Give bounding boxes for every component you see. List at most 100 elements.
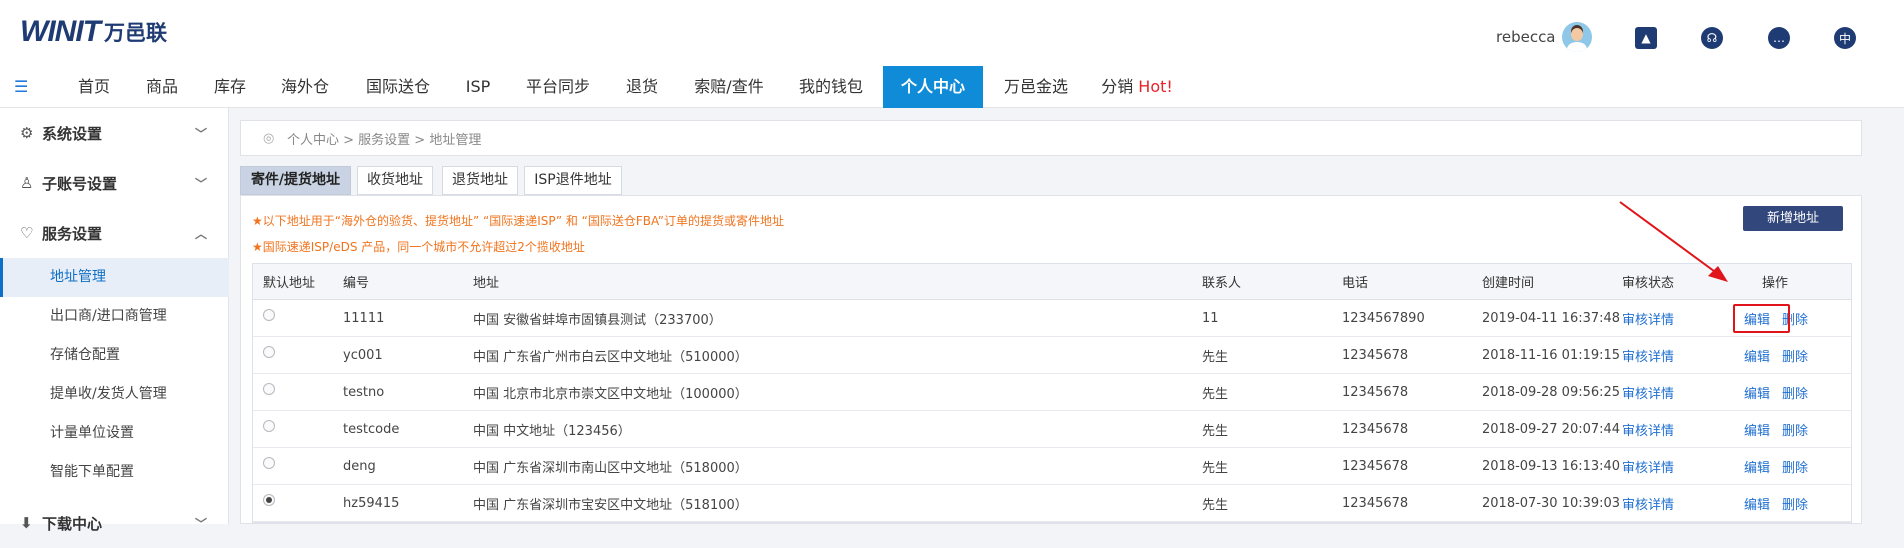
contact-value: 先生: [1202, 386, 1229, 402]
edit-link[interactable]: 编辑: [1744, 383, 1770, 402]
phone-value: 12345678: [1342, 421, 1409, 437]
sidebar-group-service-settings[interactable]: ♡ 服务设置 ︿: [0, 208, 229, 258]
default-radio[interactable]: [263, 383, 275, 395]
status-cell: 审核详情: [1622, 300, 1674, 336]
edit-link[interactable]: 编辑: [1744, 420, 1770, 439]
nav-distribution[interactable]: 分销 Hot!: [1092, 66, 1182, 108]
review-details-link[interactable]: 审核详情: [1622, 383, 1674, 402]
default-radio[interactable]: [263, 309, 275, 321]
contact-value: 先生: [1202, 497, 1229, 513]
nav-claims[interactable]: 索赔/查件: [686, 66, 772, 108]
chevron-down-icon: ﹀: [195, 176, 208, 191]
delete-link[interactable]: 删除: [1782, 420, 1808, 439]
sidebar-item-storage-warehouse[interactable]: 存储仓配置: [0, 336, 229, 375]
sidebar-group-download-center[interactable]: ⬇ 下载中心 ﹀: [0, 498, 229, 548]
edit-link[interactable]: 编辑: [1744, 494, 1770, 513]
sidebar-item-smart-order[interactable]: 智能下单配置: [0, 453, 229, 492]
delete-link[interactable]: 删除: [1782, 457, 1808, 476]
contact-cell: 先生: [1202, 337, 1228, 373]
download-icon: ⬇: [20, 514, 33, 532]
default-radio[interactable]: [263, 420, 275, 432]
notice-line: ★以下地址用于“海外仓的验货、提货地址” “国际速递ISP” 和 “国际送仓FB…: [252, 214, 784, 228]
user-menu[interactable]: rebecca: [1496, 22, 1592, 52]
status-cell: 审核详情: [1622, 374, 1674, 410]
review-details-link[interactable]: 审核详情: [1622, 494, 1674, 513]
column-header: 联系人: [1202, 276, 1242, 291]
address-table: 默认地址 编号 地址 联系人 电话 创建时间 审核状态 操作 11111 中国 安…: [252, 263, 1852, 523]
delete-link[interactable]: 删除: [1782, 346, 1808, 365]
sidebar-group-label: 系统设置: [42, 124, 103, 143]
contact-cell: 先生: [1202, 485, 1228, 521]
address-value: 中国 安徽省蚌埠市固镇县测试（233700）: [473, 312, 722, 328]
sidebar-item-unit-settings[interactable]: 计量单位设置: [0, 414, 229, 453]
menu-toggle-icon[interactable]: ☰: [14, 79, 32, 95]
nav-personal-center[interactable]: 个人中心: [883, 66, 983, 108]
hot-badge: Hot!: [1138, 77, 1173, 96]
default-radio[interactable]: [263, 457, 275, 469]
review-details-link[interactable]: 审核详情: [1622, 420, 1674, 439]
created-cell: 2018-07-30 10:39:03: [1482, 485, 1620, 521]
edit-link[interactable]: 编辑: [1744, 457, 1770, 476]
nav-selection[interactable]: 万邑金选: [994, 66, 1078, 108]
nav-home[interactable]: 首页: [66, 66, 122, 108]
nav-products[interactable]: 商品: [134, 66, 190, 108]
address-cell: 中国 广东省广州市白云区中文地址（510000）: [473, 337, 748, 373]
code-cell: yc001: [343, 337, 383, 373]
phone-cell: 12345678: [1342, 448, 1408, 484]
upload-folder-icon[interactable]: ▲: [1635, 27, 1657, 49]
delete-link[interactable]: 删除: [1782, 494, 1808, 513]
logo[interactable]: WINIT 万邑联: [20, 12, 167, 52]
headset-icon[interactable]: ☊: [1701, 27, 1723, 49]
edit-link[interactable]: 编辑: [1744, 346, 1770, 365]
language-icon[interactable]: 中: [1834, 27, 1856, 49]
review-details-link[interactable]: 审核详情: [1622, 457, 1674, 476]
nav-returns[interactable]: 退货: [614, 66, 670, 108]
nav-wallet[interactable]: 我的钱包: [788, 66, 874, 108]
created-value: 2018-07-30 10:39:03: [1482, 495, 1621, 511]
default-radio[interactable]: [263, 346, 275, 358]
tab-receiving-address[interactable]: 收货地址: [357, 166, 433, 195]
sidebar-group-system-settings[interactable]: ⚙ 系统设置 ﹀: [0, 108, 229, 158]
nav-isp[interactable]: ISP: [455, 66, 501, 108]
nav-international-delivery[interactable]: 国际送仓: [356, 66, 440, 108]
created-value: 2018-09-13 16:13:40: [1482, 458, 1621, 474]
tab-pickup-address[interactable]: 寄件/提货地址: [240, 166, 351, 195]
tab-isp-return-address[interactable]: ISP退件地址: [524, 166, 622, 195]
review-details-link[interactable]: 审核详情: [1622, 309, 1674, 328]
sidebar-group-subaccount[interactable]: ♙ 子账号设置 ﹀: [0, 158, 229, 208]
default-cell: [253, 411, 275, 447]
sidebar-item-bill-consignee[interactable]: 提单收/发货人管理: [0, 375, 229, 414]
phone-cell: 12345678: [1342, 411, 1408, 447]
actions-cell: 编辑 删除: [1744, 448, 1808, 484]
nav-platform-sync[interactable]: 平台同步: [516, 66, 600, 108]
sidebar-item-address-management[interactable]: 地址管理: [0, 258, 229, 297]
code-cell: hz59415: [343, 485, 399, 521]
table-body: 11111 中国 安徽省蚌埠市固镇县测试（233700） 11 1234567890 2…: [253, 300, 1851, 522]
tab-return-address[interactable]: 退货地址: [442, 166, 518, 195]
default-cell: [253, 300, 275, 336]
add-address-button[interactable]: 新增地址: [1743, 206, 1843, 231]
table-row: testno 中国 北京市北京市崇文区中文地址（100000） 先生 12345678…: [253, 374, 1851, 411]
table-row: testcode 中国 中文地址（123456） 先生 12345678 2018-09…: [253, 411, 1851, 448]
review-details-link[interactable]: 审核详情: [1622, 346, 1674, 365]
created-cell: 2018-11-16 01:19:15: [1482, 337, 1620, 373]
logo-text: 万邑联: [103, 21, 167, 45]
created-cell: 2018-09-28 09:56:25: [1482, 374, 1620, 410]
sidebar-item-exporter-importer[interactable]: 出口商/进口商管理: [0, 297, 229, 336]
sidebar: ⚙ 系统设置 ﹀ ♙ 子账号设置 ﹀ ♡ 服务设置 ︿ 地址管理 出口商/进口商…: [0, 108, 229, 533]
chevron-down-icon: ﹀: [195, 126, 208, 141]
nav-overseas-warehouse[interactable]: 海外仓: [270, 66, 340, 108]
phone-cell: 12345678: [1342, 374, 1408, 410]
default-radio[interactable]: [263, 494, 275, 506]
heart-icon: ♡: [20, 224, 34, 242]
nav-inventory[interactable]: 库存: [202, 66, 258, 108]
avatar[interactable]: [1561, 22, 1592, 52]
top-header: WINIT 万邑联 rebecca ▲ ☊ … 中: [0, 0, 1904, 66]
actions-cell: 编辑 删除: [1744, 411, 1808, 447]
delete-link[interactable]: 删除: [1782, 383, 1808, 402]
code-cell: deng: [343, 448, 376, 484]
phone-cell: 12345678: [1342, 485, 1408, 521]
chat-icon[interactable]: …: [1768, 27, 1790, 49]
chevron-up-icon: ︿: [195, 226, 208, 241]
default-cell: [253, 337, 275, 373]
